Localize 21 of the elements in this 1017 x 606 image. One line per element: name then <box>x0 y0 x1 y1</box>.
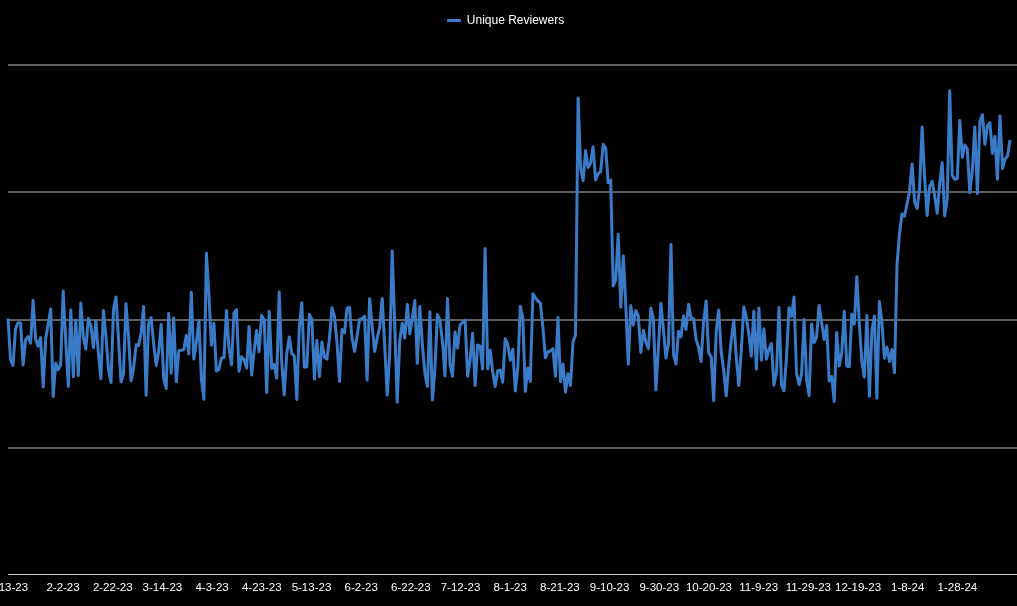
axis-label: 1-28-24 <box>936 581 979 593</box>
axis-label: 6-2-23 <box>343 581 379 593</box>
axis-label: 7-12-23 <box>439 581 482 593</box>
axis-label: 9-30-23 <box>638 581 681 593</box>
axis-label: 13-23 <box>0 581 30 593</box>
axis-label: 10-20-23 <box>684 581 733 593</box>
axis-label: 5-13-23 <box>290 581 333 593</box>
axis-label: 9-10-23 <box>588 581 631 593</box>
axis-label: 2-2-23 <box>45 581 81 593</box>
axis-label: 3-14-23 <box>141 581 184 593</box>
axis-label: 4-23-23 <box>240 581 283 593</box>
axis-label: 11-29-23 <box>784 581 832 593</box>
axis-label: 1-8-24 <box>890 581 926 593</box>
axis-label: 12-19-23 <box>834 581 883 593</box>
axis-label: 4-3-23 <box>194 581 230 593</box>
legend-label: Unique Reviewers <box>466 13 565 27</box>
axis-label: 11-9-23 <box>738 581 780 593</box>
axis-label: 8-21-23 <box>539 581 581 593</box>
axis-label: 6-22-23 <box>390 581 432 593</box>
axis-label: 8-1-23 <box>492 581 528 593</box>
axis-label: 2-22-23 <box>91 581 134 593</box>
